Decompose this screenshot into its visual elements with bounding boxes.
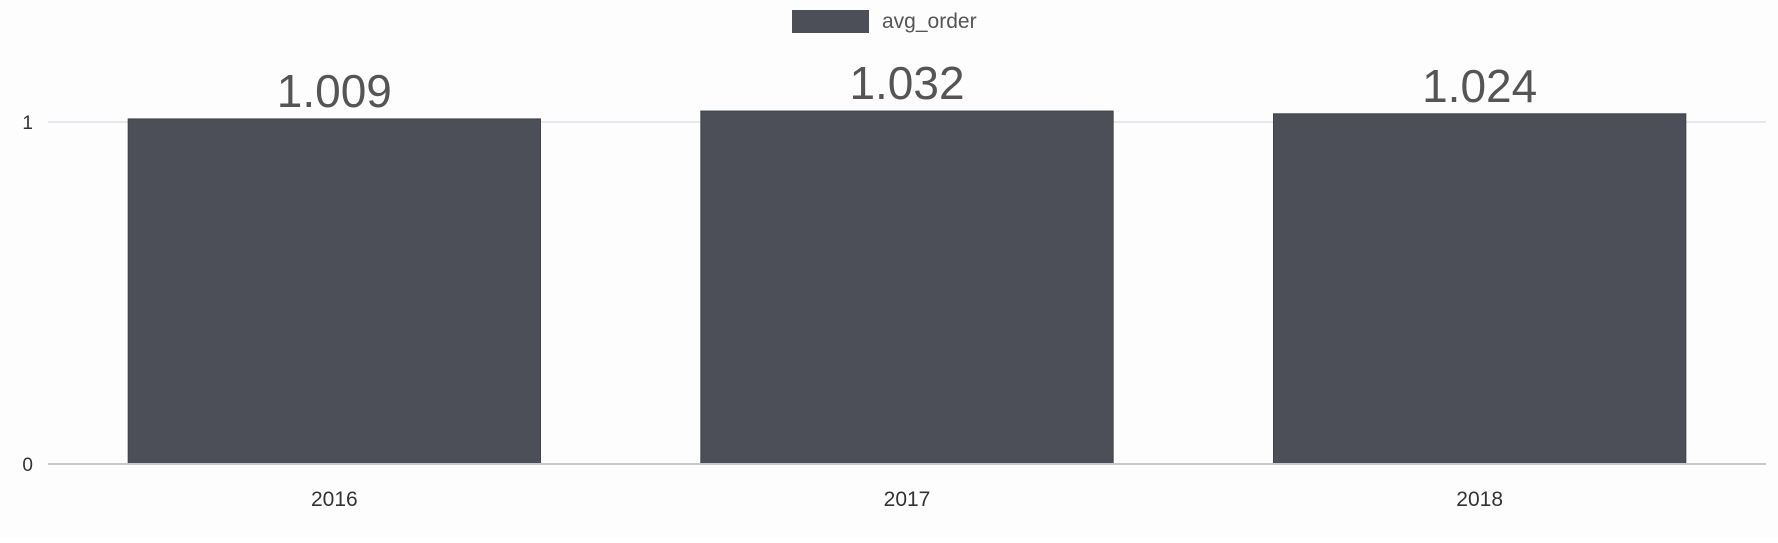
bars: [127, 110, 1687, 465]
data-label-2016: 1.009: [277, 65, 392, 117]
bar-2016[interactable]: [127, 118, 541, 465]
legend-swatch[interactable]: [792, 10, 869, 33]
bar-2018[interactable]: [1273, 113, 1687, 465]
x-tick-label-2017: 2017: [884, 488, 931, 511]
x-tick-label-2018: 2018: [1456, 488, 1503, 511]
data-labels: 1.009 1.032 1.024: [277, 57, 1537, 117]
y-tick-label: 0: [22, 455, 33, 476]
x-tick-label-2016: 2016: [311, 488, 358, 511]
legend[interactable]: avg_order: [792, 10, 977, 33]
legend-label[interactable]: avg_order: [882, 10, 977, 33]
bar-chart: avg_order 0 1 2016 2017 2018 1.009 1.032 1.024: [22, 10, 1766, 511]
chart-container: avg_order 0 1 2016 2017 2018 1.009 1.032 1.024: [0, 0, 1778, 538]
data-label-2017: 1.032: [849, 57, 964, 109]
data-label-2018: 1.024: [1422, 60, 1537, 112]
bar-2017[interactable]: [700, 110, 1114, 465]
y-tick-label: 1: [22, 113, 33, 134]
